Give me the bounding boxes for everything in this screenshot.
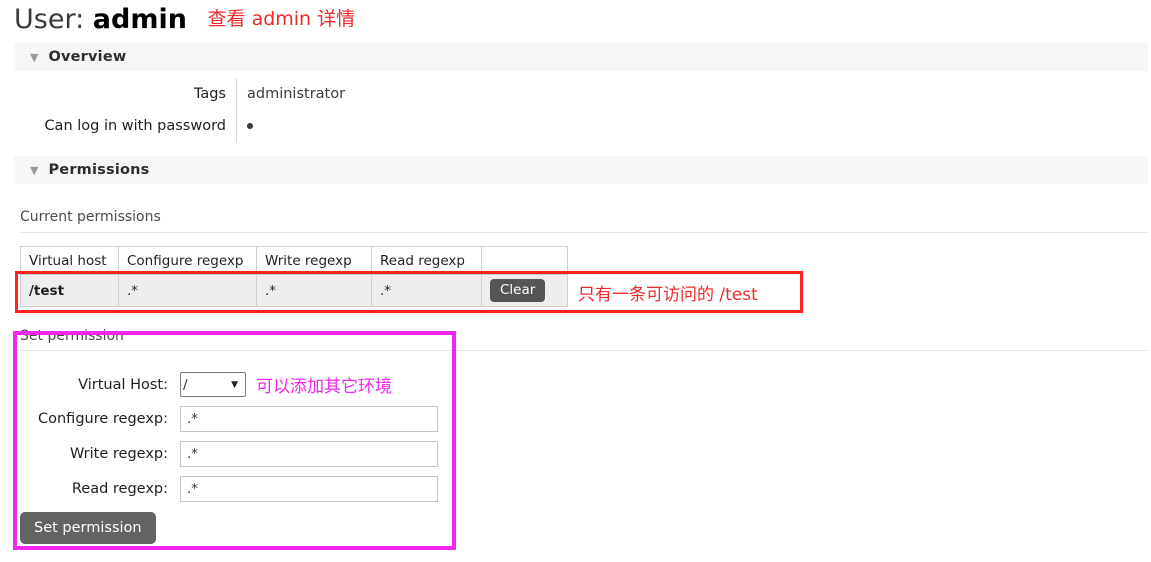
table-row: /test .* .* .* Clear <box>20 274 568 307</box>
page-title-prefix: User: <box>14 4 85 35</box>
red-annotation-permission-row: 只有一条可访问的 /test <box>578 285 758 305</box>
set-permission-divider <box>20 350 1148 351</box>
overview-key-tags: Tags <box>193 86 226 102</box>
clear-permission-button[interactable]: Clear <box>490 279 546 302</box>
overview-details: Tags administrator Can log in with passw… <box>14 78 714 142</box>
bullet-icon <box>247 123 253 129</box>
form-row-configure-regexp: Configure regexp: <box>20 406 438 432</box>
write-regexp-input[interactable] <box>180 441 438 467</box>
current-permissions-label: Current permissions <box>20 209 161 225</box>
virtual-host-select-wrapper[interactable]: / ▼ <box>180 372 246 397</box>
page-title-username: admin <box>92 4 187 35</box>
label-read-regexp: Read regexp: <box>71 481 168 497</box>
section-header-permissions[interactable]: ▼ Permissions <box>14 156 1148 184</box>
overview-row-tags: Tags administrator <box>14 78 714 110</box>
chevron-down-icon[interactable]: ▼ <box>30 165 38 176</box>
chevron-down-icon[interactable]: ▼ <box>30 52 38 63</box>
section-title-overview: Overview <box>48 49 127 65</box>
cell-actions: Clear <box>481 274 568 307</box>
cell-read-regexp: .* <box>371 274 482 307</box>
overview-value-can-login <box>237 118 253 134</box>
label-configure-regexp: Configure regexp: <box>38 411 168 427</box>
column-header-write-regexp: Write regexp <box>256 246 372 275</box>
cell-virtual-host: /test <box>20 274 119 307</box>
form-row-write-regexp: Write regexp: <box>20 441 438 467</box>
set-permission-legend: Set permission <box>20 328 130 344</box>
section-header-overview[interactable]: ▼ Overview <box>14 43 1148 71</box>
overview-key-can-login: Can log in with password <box>44 118 226 134</box>
read-regexp-input[interactable] <box>180 476 438 502</box>
form-row-virtual-host: Virtual Host: / ▼ 可以添加其它环境 <box>20 372 392 397</box>
column-header-read-regexp: Read regexp <box>371 246 482 275</box>
cell-configure-regexp: .* <box>118 274 257 307</box>
cell-write-regexp: .* <box>256 274 372 307</box>
column-header-virtual-host: Virtual host <box>20 246 119 275</box>
current-permissions-divider <box>20 232 1148 233</box>
page-title: User: admin 查看 admin 详情 <box>14 4 355 35</box>
section-title-permissions: Permissions <box>48 162 150 178</box>
label-write-regexp: Write regexp: <box>70 446 168 462</box>
overview-row-can-login: Can log in with password <box>14 110 714 142</box>
magenta-annotation-virtual-host: 可以添加其它环境 <box>256 377 392 397</box>
configure-regexp-input[interactable] <box>180 406 438 432</box>
label-virtual-host: Virtual Host: <box>78 376 168 393</box>
current-permissions-table: Virtual host Configure regexp Write rege… <box>20 246 568 307</box>
title-annotation: 查看 admin 详情 <box>207 8 356 30</box>
set-permission-button[interactable]: Set permission <box>20 512 156 544</box>
table-header-row: Virtual host Configure regexp Write rege… <box>20 246 568 275</box>
column-header-configure-regexp: Configure regexp <box>118 246 257 275</box>
column-header-actions <box>481 246 568 275</box>
overview-value-tags: administrator <box>247 86 346 102</box>
virtual-host-select[interactable]: / <box>180 372 246 397</box>
form-row-read-regexp: Read regexp: <box>20 476 438 502</box>
